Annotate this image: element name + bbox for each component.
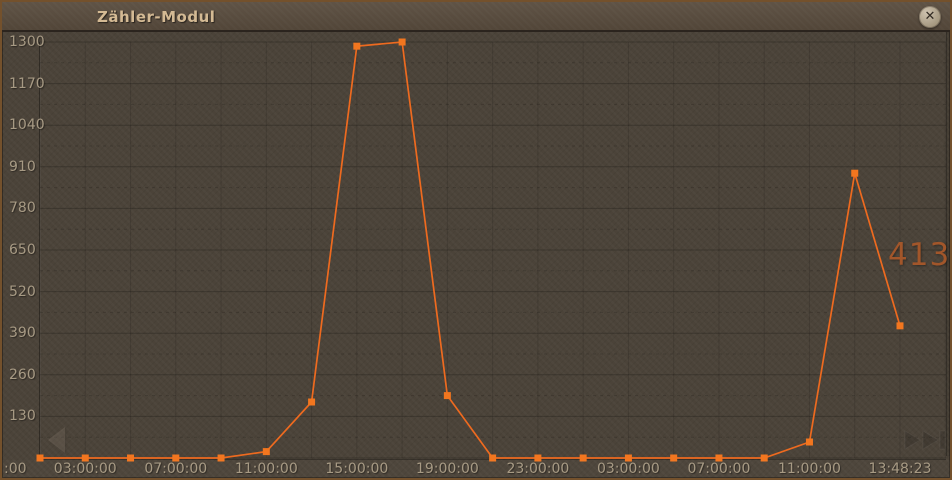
x-axis-labels: :00 03:00:00 07:00:00 11:00:00 15:00:00 19:00… bbox=[2, 461, 950, 478]
data-point-marker[interactable] bbox=[805, 438, 813, 446]
zaehler-modul-window: Zähler-Modul ✕ 1300 1170 1040 910 780 650 520 3… bbox=[0, 0, 952, 480]
skip-to-end-icon[interactable] bbox=[901, 429, 951, 451]
y-tick-label: 1040 bbox=[9, 117, 45, 134]
x-tick-label: 07:00:00 bbox=[687, 461, 751, 477]
y-tick-label: 1300 bbox=[9, 34, 45, 50]
y-tick-label: 650 bbox=[9, 242, 36, 258]
x-tick-label: 03:00:00 bbox=[53, 461, 117, 477]
data-point-marker[interactable] bbox=[262, 448, 270, 456]
line-chart bbox=[36, 38, 946, 462]
x-tick-label: 15:00:00 bbox=[325, 461, 389, 477]
data-point-marker[interactable] bbox=[896, 322, 904, 330]
x-tick-label: :00 bbox=[4, 461, 27, 477]
data-point-marker[interactable] bbox=[443, 392, 451, 400]
data-point-marker[interactable] bbox=[353, 42, 361, 50]
y-tick-label: 130 bbox=[9, 408, 36, 425]
y-tick-label: 520 bbox=[9, 283, 36, 300]
last-value-label: 413 bbox=[888, 237, 951, 273]
x-tick-label: 11:00:00 bbox=[778, 461, 841, 477]
y-tick-label: 1170 bbox=[9, 75, 45, 92]
data-point-marker[interactable] bbox=[851, 169, 859, 177]
x-tick-label: 07:00:00 bbox=[144, 461, 208, 477]
x-tick-label: 23:00:00 bbox=[506, 461, 570, 477]
y-tick-label: 780 bbox=[9, 200, 36, 217]
data-point-marker[interactable] bbox=[398, 38, 406, 46]
y-tick-label: 390 bbox=[9, 325, 36, 342]
x-tick-label: 03:00:00 bbox=[596, 461, 660, 477]
y-tick-label: 260 bbox=[9, 366, 36, 383]
x-tick-label: 13:48:23 bbox=[868, 461, 932, 477]
x-tick-label: 19:00:00 bbox=[415, 461, 479, 477]
scroll-left-icon[interactable] bbox=[48, 427, 65, 453]
chart-area: 1300 1170 1040 910 780 650 520 390 260 130 :00 03:… bbox=[2, 32, 950, 478]
data-point-marker[interactable] bbox=[308, 398, 316, 406]
y-tick-label: 910 bbox=[9, 158, 36, 175]
x-tick-label: 11:00:00 bbox=[234, 461, 298, 477]
